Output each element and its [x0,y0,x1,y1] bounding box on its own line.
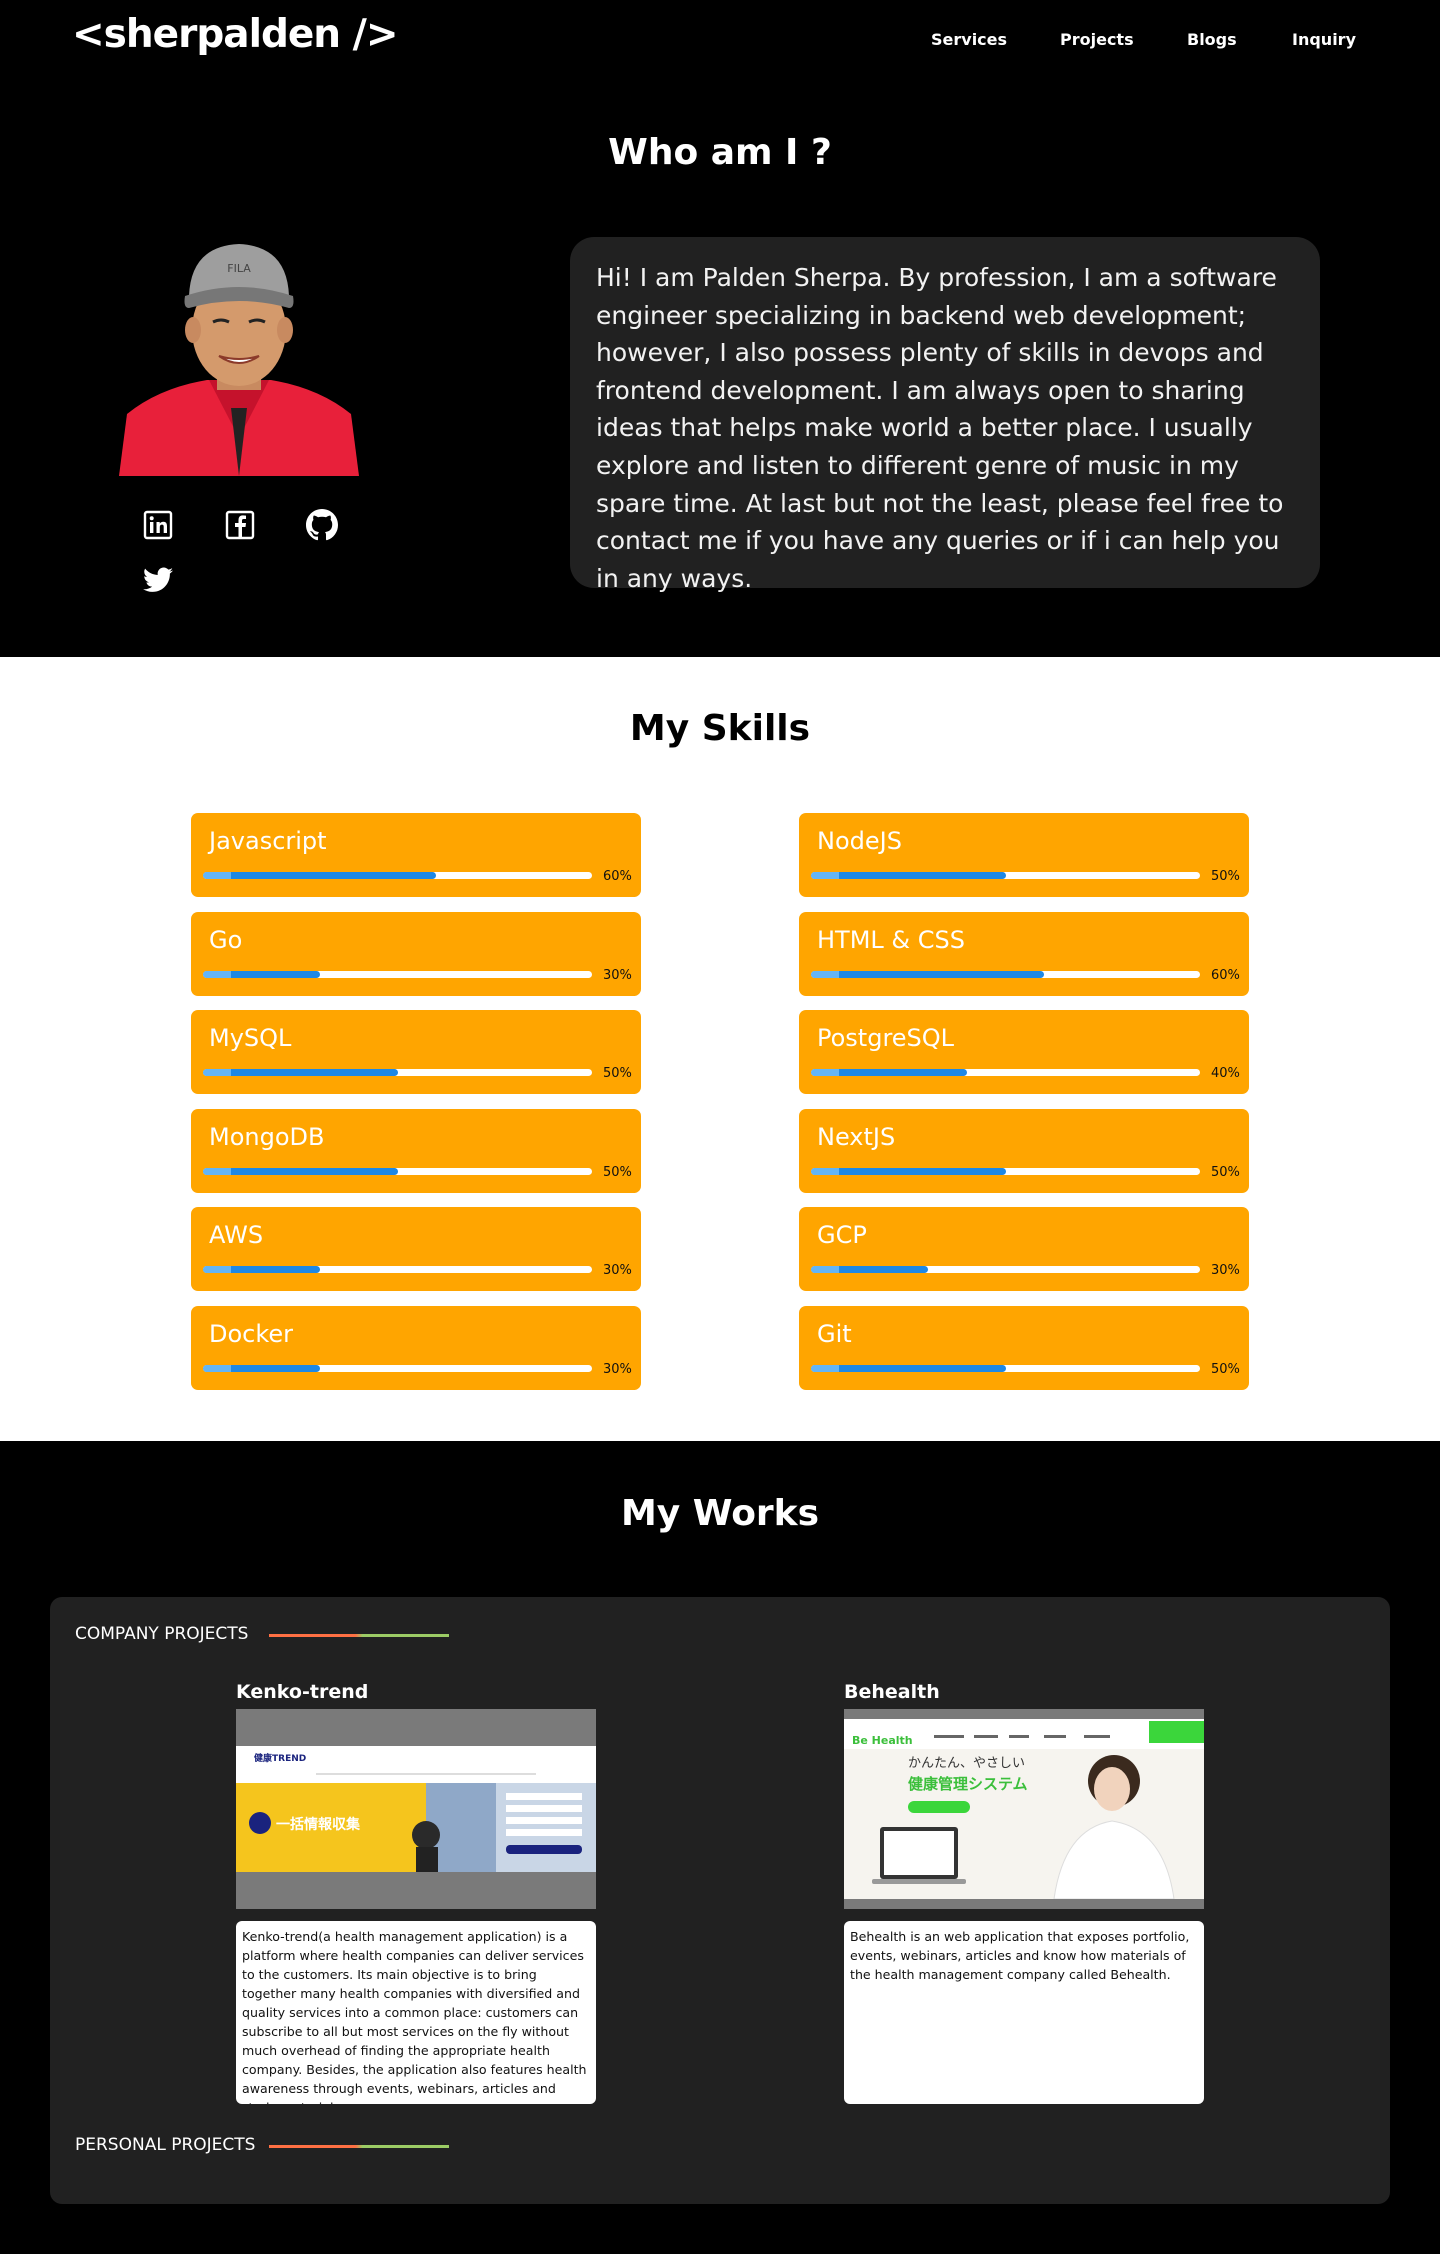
skill-percent: 30% [603,968,632,983]
linkedin-icon[interactable] [141,508,175,542]
skill-progress-track [203,1266,592,1273]
skill-card-gcp: GCP 30% [799,1207,1249,1291]
project-screenshot-kenko-trend[interactable]: 健康TREND 一括情報収集 [236,1709,596,1909]
skill-name: Docker [209,1320,294,1348]
skill-percent: 60% [1211,968,1240,983]
project-screenshot-behealth[interactable]: Be Health かんたん、やさしい 健康管理システム [844,1709,1204,1909]
skill-progress-fill [203,872,437,879]
skill-card-mysql: MySQL 50% [191,1010,641,1094]
svg-text:一括情報収集: 一括情報収集 [276,1816,361,1833]
project-title-behealth[interactable]: Behealth [844,1681,940,1703]
skill-progress-track [203,1069,592,1076]
skill-progress-track [203,971,592,978]
skill-name: PostgreSQL [817,1024,955,1052]
skill-percent: 40% [1211,1066,1240,1081]
skill-percent: 30% [603,1263,632,1278]
skill-progress-track [811,1266,1200,1273]
skill-card-nextjs: NextJS 50% [799,1109,1249,1193]
skill-name: NextJS [817,1123,896,1151]
skill-name: MongoDB [209,1123,325,1151]
project-description-behealth: Behealth is an web application that expo… [844,1921,1204,2104]
company-projects-label: COMPANY PROJECTS [75,1624,249,1644]
skill-percent: 50% [1211,869,1240,884]
skill-progress-fill [811,1365,1006,1372]
skill-progress-track [811,971,1200,978]
skill-card-postgresql: PostgreSQL 40% [799,1010,1249,1094]
skill-percent: 50% [603,1165,632,1180]
skill-percent: 50% [1211,1362,1240,1377]
svg-text:FILA: FILA [227,262,251,275]
skill-progress-track [203,872,592,879]
company-projects-divider [269,1634,449,1637]
skill-progress-fill [203,1069,398,1076]
svg-text:健康TREND: 健康TREND [254,1752,306,1764]
skill-name: Go [209,926,243,954]
works-card: COMPANY PROJECTS Kenko-trend 健康TREND 一括情… [50,1597,1390,2204]
skill-progress-fill [203,1168,398,1175]
twitter-icon[interactable] [141,563,175,597]
about-bio: Hi! I am Palden Sherpa. By profession, I… [596,263,1284,593]
skill-name: Git [817,1320,852,1348]
skill-progress-fill [811,1069,967,1076]
skill-card-nodejs: NodeJS 50% [799,813,1249,897]
skill-progress-fill [811,1266,928,1273]
skill-progress-track [811,872,1200,879]
skill-card-git: Git 50% [799,1306,1249,1390]
skill-percent: 30% [603,1362,632,1377]
skill-card-go: Go 30% [191,912,641,996]
skills-title: My Skills [629,708,811,749]
skill-card-aws: AWS 30% [191,1207,641,1291]
skill-name: Javascript [209,827,327,855]
facebook-icon[interactable] [223,508,257,542]
skill-name: HTML & CSS [817,926,965,954]
site-header: <sherpalden /> Services Projects Blogs I… [0,0,1440,80]
github-icon[interactable] [305,508,339,542]
skill-progress-fill [811,971,1045,978]
skill-percent: 30% [1211,1263,1240,1278]
skill-progress-track [811,1168,1200,1175]
skill-name: NodeJS [817,827,902,855]
about-title: Who am I ? [608,132,832,173]
skill-progress-fill [203,1266,320,1273]
profile-photo: FILA [119,238,359,476]
site-logo[interactable]: <sherpalden /> [72,12,399,57]
svg-text:健康管理システム: 健康管理システム [908,1775,1028,1793]
skill-percent: 50% [1211,1165,1240,1180]
skill-progress-fill [203,971,320,978]
skill-card-html-css: HTML & CSS 60% [799,912,1249,996]
skill-progress-track [811,1365,1200,1372]
nav-blogs[interactable]: Blogs [1187,30,1237,49]
skill-name: AWS [209,1221,264,1249]
personal-projects-divider [269,2145,449,2148]
personal-projects-label: PERSONAL PROJECTS [75,2135,256,2155]
skill-progress-fill [203,1365,320,1372]
skill-card-docker: Docker 30% [191,1306,641,1390]
svg-text:かんたん、やさしい: かんたん、やさしい [908,1756,1025,1771]
nav-services[interactable]: Services [931,30,1007,49]
about-card: Hi! I am Palden Sherpa. By profession, I… [570,237,1320,593]
skill-progress-track [203,1365,592,1372]
project-description-kenko-trend: Kenko-trend(a health management applicat… [236,1921,596,2104]
skill-card-mongodb: MongoDB 50% [191,1109,641,1193]
skill-card-javascript: Javascript 60% [191,813,641,897]
skill-progress-fill [811,872,1006,879]
nav-projects[interactable]: Projects [1060,30,1134,49]
works-title: My Works [620,1493,820,1534]
skill-percent: 50% [603,1066,632,1081]
svg-text:Be Health: Be Health [852,1734,913,1747]
skill-name: MySQL [209,1024,292,1052]
skill-percent: 60% [603,869,632,884]
skill-progress-track [203,1168,592,1175]
skill-name: GCP [817,1221,867,1249]
nav-inquiry[interactable]: Inquiry [1292,30,1356,49]
skill-progress-track [811,1069,1200,1076]
project-title-kenko-trend[interactable]: Kenko-trend [236,1681,368,1703]
skill-progress-fill [811,1168,1006,1175]
